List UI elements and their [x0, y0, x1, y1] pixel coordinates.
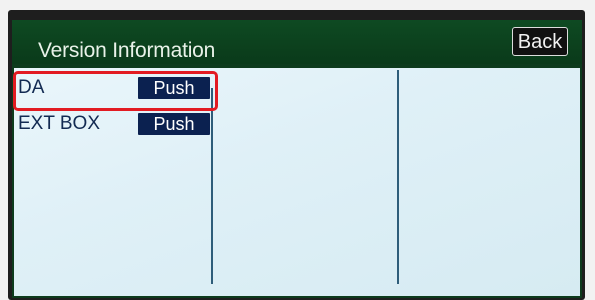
row-label: DA: [18, 77, 45, 98]
push-button-ext-box[interactable]: Push: [138, 113, 210, 135]
row-label: EXT BOX: [18, 113, 101, 134]
back-button[interactable]: Back: [512, 27, 568, 56]
photo-background: Version Information Back DA Push EXT BOX…: [0, 0, 595, 300]
header-bar: Version Information Back: [12, 20, 582, 64]
version-info-panel: DA Push EXT BOX Push: [14, 68, 580, 296]
list-item-da: DA Push: [18, 76, 210, 100]
column-divider-right: [397, 70, 399, 284]
display-screen: Version Information Back DA Push EXT BOX…: [12, 20, 582, 298]
list-item-ext-box: EXT BOX Push: [18, 112, 210, 136]
page-title: Version Information: [38, 39, 216, 62]
push-button-da[interactable]: Push: [138, 77, 210, 99]
column-divider-left: [211, 88, 213, 284]
